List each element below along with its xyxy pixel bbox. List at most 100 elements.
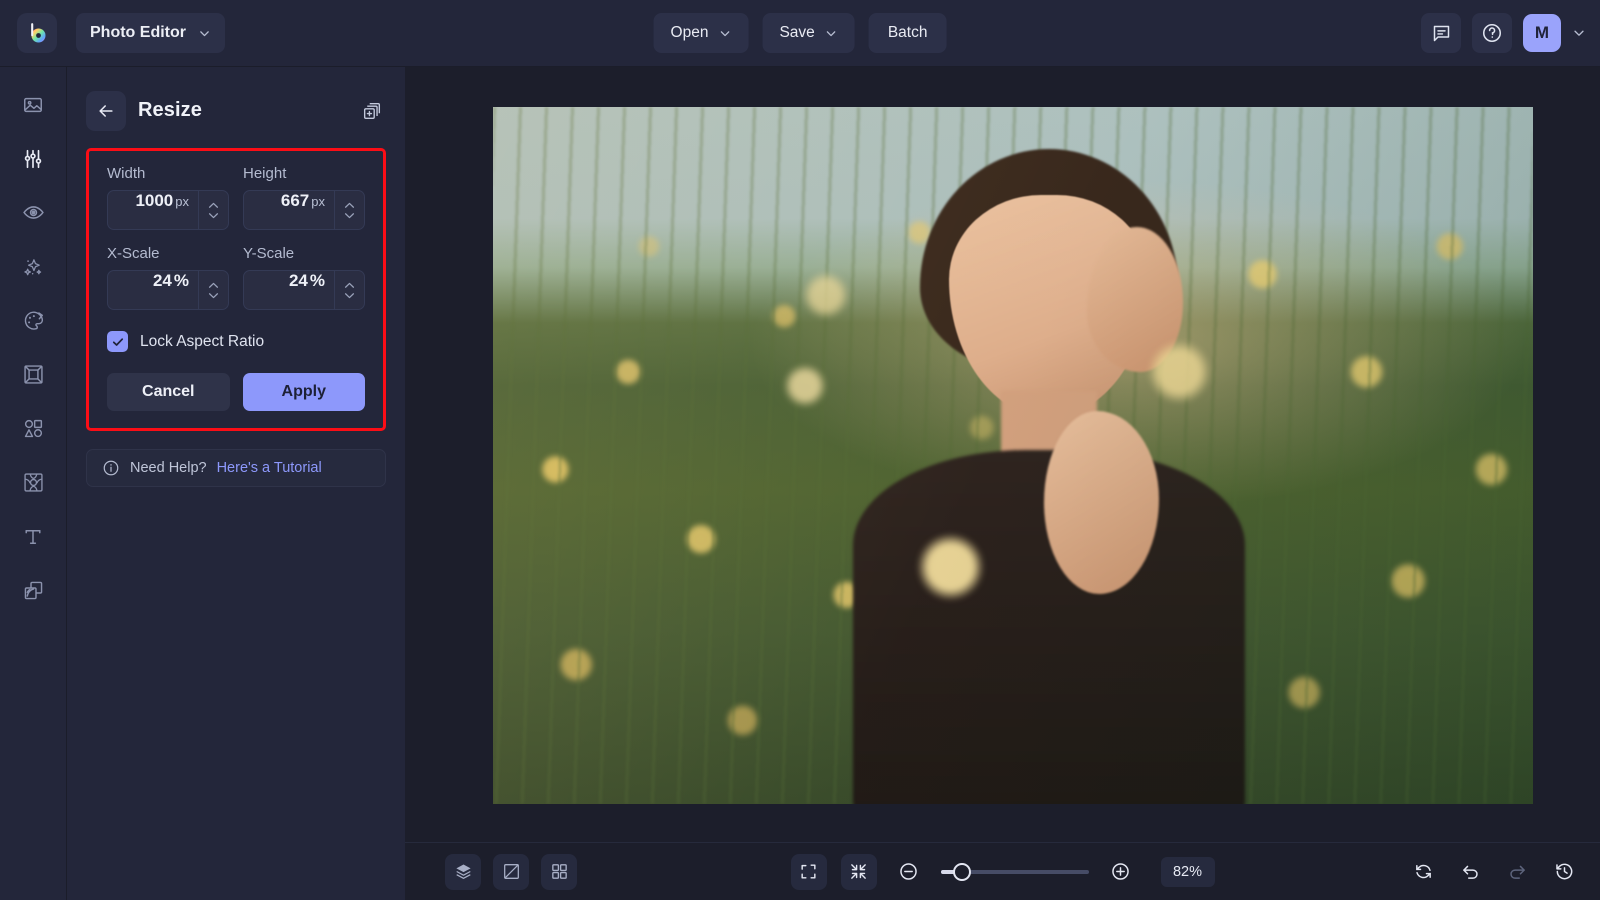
minus-circle-icon: [898, 861, 919, 882]
help-button[interactable]: [1472, 13, 1512, 53]
x-scale-stepper[interactable]: 24 %: [107, 270, 229, 310]
chevron-down-icon[interactable]: [344, 292, 355, 299]
scale-fields-row: X-Scale 24 %: [107, 245, 365, 310]
comment-icon: [1431, 23, 1452, 44]
chevron-up-icon[interactable]: [344, 282, 355, 289]
y-scale-spinner[interactable]: [334, 271, 364, 309]
history-controls: [1405, 854, 1582, 890]
layers-button[interactable]: [445, 854, 481, 890]
y-scale-value: 24: [289, 271, 308, 291]
bottom-bar: 82%: [405, 842, 1600, 900]
batch-button[interactable]: Batch: [869, 13, 947, 53]
open-button[interactable]: Open: [654, 13, 749, 53]
sidebar-item-retouch[interactable]: [13, 193, 53, 232]
compare-split-icon: [502, 862, 521, 881]
shrink-to-fit-button[interactable]: [841, 854, 877, 890]
zoom-controls: 82%: [791, 854, 1215, 890]
height-value: 667: [281, 191, 309, 211]
zoom-out-button[interactable]: [891, 854, 927, 890]
canvas-image[interactable]: [493, 107, 1533, 804]
sidebar-item-adjust[interactable]: [13, 139, 53, 178]
app-root: Photo Editor Open Save Batch: [0, 0, 1600, 900]
fit-screen-button[interactable]: [791, 854, 827, 890]
grid-icon: [550, 862, 569, 881]
undo-button[interactable]: [1452, 854, 1488, 890]
height-input[interactable]: 667 px: [244, 191, 334, 229]
y-scale-stepper[interactable]: 24 %: [243, 270, 365, 310]
tutorial-link[interactable]: Here's a Tutorial: [217, 460, 322, 476]
eye-icon: [22, 201, 45, 224]
sidebar-item-shapes[interactable]: [13, 409, 53, 448]
view-tools: [445, 854, 577, 890]
canvas-area[interactable]: [405, 67, 1600, 842]
account-chevron-down-icon[interactable]: [1572, 26, 1586, 40]
x-scale-input[interactable]: 24 %: [108, 271, 198, 309]
x-scale-value: 24: [153, 271, 172, 291]
sidebar-item-effects[interactable]: [13, 247, 53, 286]
reset-icon: [1413, 861, 1434, 882]
zoom-slider[interactable]: [941, 870, 1089, 874]
y-scale-input[interactable]: 24 %: [244, 271, 334, 309]
tool-rail: [0, 67, 67, 900]
layers-stack-icon: [22, 579, 45, 602]
zoom-slider-thumb[interactable]: [953, 863, 971, 881]
app-selector[interactable]: Photo Editor: [76, 13, 225, 53]
text-icon: [22, 526, 44, 548]
account-actions: M: [1421, 13, 1586, 53]
app-selector-label: Photo Editor: [90, 24, 186, 42]
panel-actions: Cancel Apply: [107, 373, 365, 411]
x-scale-label: X-Scale: [107, 245, 229, 262]
sidebar-item-paint[interactable]: [13, 301, 53, 340]
panel-header: Resize: [67, 89, 405, 132]
layers-icon: [454, 862, 473, 881]
color-wheel-logo-icon: [25, 21, 49, 45]
open-button-label: Open: [671, 24, 709, 42]
apply-button[interactable]: Apply: [243, 373, 366, 411]
history-button[interactable]: [1546, 854, 1582, 890]
sidebar-item-image[interactable]: [13, 85, 53, 124]
height-field: Height 667 px: [243, 165, 365, 230]
compare-button[interactable]: [493, 854, 529, 890]
width-stepper[interactable]: 1000 px: [107, 190, 229, 230]
history-icon: [1554, 861, 1575, 882]
redo-button[interactable]: [1499, 854, 1535, 890]
duplicate-button[interactable]: [361, 100, 383, 122]
batch-button-label: Batch: [888, 24, 928, 42]
width-label: Width: [107, 165, 229, 182]
question-circle-icon: [1481, 22, 1503, 44]
panel-back-button[interactable]: [86, 91, 126, 131]
resize-panel: Resize Width: [67, 67, 405, 900]
help-banner[interactable]: Need Help? Here's a Tutorial: [86, 449, 386, 487]
zoom-level-input[interactable]: 82%: [1161, 857, 1215, 887]
lock-aspect-ratio-label: Lock Aspect Ratio: [140, 333, 264, 351]
resize-controls-highlight: Width 1000 px: [86, 148, 386, 431]
width-value: 1000: [135, 191, 173, 211]
width-spinner[interactable]: [198, 191, 228, 229]
sidebar-item-layers[interactable]: [13, 571, 53, 610]
width-input[interactable]: 1000 px: [108, 191, 198, 229]
chevron-up-icon[interactable]: [208, 202, 219, 209]
app-logo-button[interactable]: [17, 13, 57, 53]
sidebar-item-text[interactable]: [13, 517, 53, 556]
lock-aspect-ratio-row[interactable]: Lock Aspect Ratio: [107, 331, 365, 352]
zoom-in-button[interactable]: [1103, 854, 1139, 890]
chevron-down-icon[interactable]: [208, 292, 219, 299]
sidebar-item-texture[interactable]: [13, 463, 53, 502]
sidebar-item-frame[interactable]: [13, 355, 53, 394]
chevron-down-icon[interactable]: [344, 212, 355, 219]
feedback-button[interactable]: [1421, 13, 1461, 53]
cancel-button[interactable]: Cancel: [107, 373, 230, 411]
lock-aspect-ratio-checkbox[interactable]: [107, 331, 128, 352]
y-scale-label: Y-Scale: [243, 245, 365, 262]
height-spinner[interactable]: [334, 191, 364, 229]
info-circle-icon: [102, 459, 120, 477]
grid-button[interactable]: [541, 854, 577, 890]
x-scale-spinner[interactable]: [198, 271, 228, 309]
chevron-up-icon[interactable]: [208, 282, 219, 289]
reset-button[interactable]: [1405, 854, 1441, 890]
avatar[interactable]: M: [1523, 14, 1561, 52]
chevron-up-icon[interactable]: [344, 202, 355, 209]
save-button[interactable]: Save: [762, 13, 854, 53]
chevron-down-icon[interactable]: [208, 212, 219, 219]
height-stepper[interactable]: 667 px: [243, 190, 365, 230]
